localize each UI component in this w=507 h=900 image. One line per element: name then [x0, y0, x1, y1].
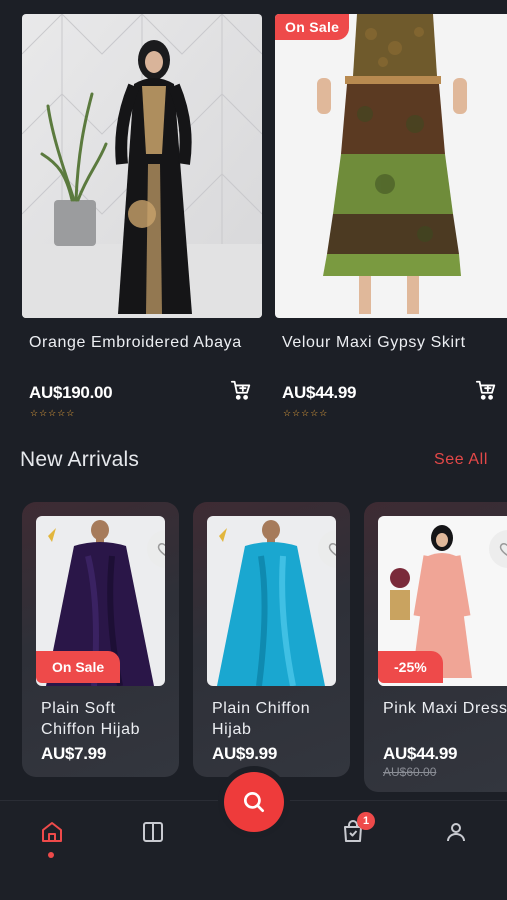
product-price: AU$7.99 — [41, 744, 106, 763]
product-name[interactable]: Velour Maxi Gypsy Skirt — [275, 332, 507, 374]
heart-icon — [328, 542, 336, 556]
sale-badge: On Sale — [36, 651, 121, 683]
arrival-card[interactable]: Plain Chiffon Hijab AU$9.99 — [193, 502, 350, 777]
product-card[interactable]: On Sale Velour Maxi Gypsy Skirt AU$44.99… — [275, 14, 507, 419]
original-price: AU$60.00 — [383, 765, 437, 779]
home-icon — [42, 822, 62, 842]
product-name[interactable]: Plain Soft Chiffon Hijab — [41, 698, 171, 740]
product-name[interactable]: Pink Maxi Dress — [383, 698, 507, 719]
discount-badge: -25% — [378, 651, 443, 683]
new-arrivals-carousel[interactable]: On Sale Plain Soft Chiffon Hijab AU$7.99… — [0, 500, 507, 792]
nav-home[interactable] — [39, 819, 65, 845]
product-name[interactable]: Orange Embroidered Abaya — [22, 332, 262, 374]
product-image[interactable] — [22, 14, 262, 318]
add-to-cart-icon[interactable] — [230, 379, 252, 406]
active-indicator — [48, 852, 54, 858]
section-title: New Arrivals — [20, 448, 140, 471]
see-all-link[interactable]: See All — [434, 451, 488, 469]
search-button[interactable] — [224, 772, 284, 832]
rating-stars: ☆☆☆☆☆ — [283, 408, 329, 418]
product-price: AU$44.99 — [383, 744, 458, 763]
nav-profile[interactable] — [443, 819, 469, 845]
rating-stars: ☆☆☆☆☆ — [30, 408, 76, 418]
product-price: AU$190.00 — [29, 382, 113, 402]
categories-icon — [143, 822, 163, 842]
nav-cart[interactable]: 1 — [340, 812, 375, 845]
product-name[interactable]: Plain Chiffon Hijab — [212, 698, 342, 740]
new-arrivals-header: New Arrivals See All — [20, 448, 488, 472]
heart-icon — [157, 542, 165, 556]
arrival-card[interactable]: -25% Pink Maxi Dress AU$44.99 AU$60.00 — [364, 502, 507, 792]
search-icon — [243, 791, 265, 813]
product-image[interactable] — [207, 516, 336, 686]
featured-products-carousel[interactable]: Orange Embroidered Abaya AU$190.00 ☆☆☆☆☆ — [0, 14, 507, 424]
sale-badge: On Sale — [275, 14, 350, 40]
nav-categories[interactable] — [140, 819, 166, 845]
arrival-card[interactable]: On Sale Plain Soft Chiffon Hijab AU$7.99 — [22, 502, 179, 777]
product-price: AU$9.99 — [212, 744, 277, 763]
product-price: AU$44.99 — [282, 382, 357, 402]
product-card[interactable]: Orange Embroidered Abaya AU$190.00 ☆☆☆☆☆ — [22, 14, 262, 419]
cart-count-badge: 1 — [357, 812, 375, 830]
profile-icon — [447, 823, 465, 842]
add-to-cart-icon[interactable] — [475, 379, 497, 406]
product-image[interactable]: On Sale — [275, 14, 507, 318]
heart-icon — [499, 542, 507, 556]
